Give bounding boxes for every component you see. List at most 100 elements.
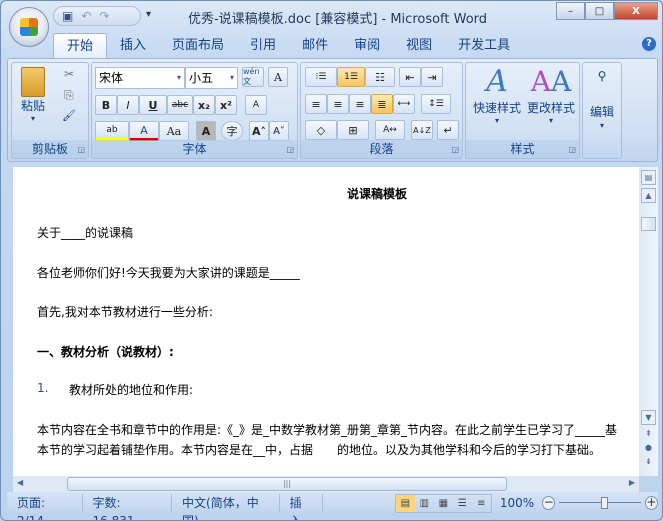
previous-page-button[interactable]: ⇞	[641, 427, 656, 442]
undo-icon[interactable]: ↶	[81, 9, 91, 23]
print-layout-view-icon[interactable]: ▤	[395, 494, 415, 512]
dialog-launcher-icon[interactable]: ◲	[568, 145, 576, 154]
editing-group[interactable]: ⚲ 编辑 ▾	[582, 62, 622, 159]
dialog-launcher-icon[interactable]: ◲	[77, 145, 85, 154]
maximize-button[interactable]: □	[585, 2, 614, 20]
scroll-thumb[interactable]	[641, 217, 656, 231]
scroll-up-button[interactable]: ▲	[641, 188, 656, 203]
align-left-button[interactable]: ≡	[305, 94, 327, 114]
office-logo-icon	[20, 18, 38, 36]
font-name-value: 宋体	[99, 71, 124, 85]
justify-button[interactable]: ≣	[371, 94, 393, 114]
character-shading-button[interactable]: A	[196, 121, 216, 141]
superscript-button[interactable]: x²	[215, 95, 237, 115]
scroll-left-button[interactable]: ◀	[17, 478, 23, 487]
bold-button[interactable]: B	[95, 95, 117, 115]
help-icon[interactable]: ?	[642, 37, 656, 51]
zoom-level[interactable]: 100%	[500, 496, 534, 510]
web-layout-icon[interactable]: ▦	[434, 495, 453, 512]
align-right-button[interactable]: ≡	[349, 94, 371, 114]
scroll-right-button[interactable]: ▶	[629, 478, 635, 487]
tab-view[interactable]: 视图	[393, 33, 445, 59]
office-button[interactable]	[9, 7, 49, 47]
vertical-scrollbar[interactable]: ▤ ▲ ▼ ⇞ ● ⇟	[639, 167, 658, 476]
underline-button[interactable]: U	[139, 95, 167, 115]
next-page-button[interactable]: ⇟	[641, 455, 656, 470]
scroll-down-button[interactable]: ▼	[641, 410, 656, 425]
full-screen-reading-icon[interactable]: ▥	[415, 495, 434, 512]
list-item-text: 教材所处的地位和作用:	[69, 383, 194, 397]
grow-font-button[interactable]: A˄	[249, 121, 269, 141]
tab-developer[interactable]: 开发工具	[445, 33, 523, 59]
tab-mailings[interactable]: 邮件	[289, 33, 341, 59]
enclose-characters-button[interactable]: 字	[221, 121, 243, 141]
zoom-slider-thumb[interactable]	[601, 497, 609, 509]
change-styles-icon: AA	[530, 65, 572, 98]
insert-mode[interactable]: 插入	[280, 494, 323, 520]
character-border-button[interactable]: A	[268, 67, 288, 87]
increase-indent-button[interactable]: ⇥	[421, 67, 443, 87]
zoom-out-icon[interactable]: −	[542, 496, 556, 510]
bullets-button[interactable]: ⁝☰	[305, 67, 337, 87]
dialog-launcher-icon[interactable]: ◲	[286, 145, 294, 154]
ribbon: 粘贴 ▾ ✂ ⎘ 🖌 剪贴板 ◲ 宋体 ▾ 小五 ▾ wén 文 A B I U a…	[7, 58, 658, 162]
font-group-label: 字体	[92, 140, 297, 158]
window-title: 优秀-说课稿模板.doc [兼容模式] - Microsoft Word	[187, 12, 488, 27]
multilevel-list-button[interactable]: ☷	[365, 67, 395, 87]
close-button[interactable]: X	[614, 2, 658, 20]
draft-view-icon[interactable]: ≡	[472, 495, 491, 512]
text-direction-button[interactable]: A↔	[375, 120, 405, 140]
tab-review[interactable]: 审阅	[341, 33, 393, 59]
shading-button[interactable]: ◇	[305, 120, 337, 140]
font-group: 宋体 ▾ 小五 ▾ wén 文 A B I U abc x₂ x² A ab A A…	[91, 62, 298, 159]
paste-button[interactable]: 粘贴 ▾	[18, 67, 48, 127]
line-spacing-button[interactable]: ↕☰	[421, 94, 451, 114]
tab-insert[interactable]: 插入	[107, 33, 159, 59]
styles-group-label: 样式	[466, 140, 579, 158]
doc-line: 首先,我对本节教材进行一些分析:	[37, 305, 213, 319]
minimize-button[interactable]: –	[556, 2, 585, 20]
clear-formatting-button[interactable]: A	[245, 95, 267, 115]
show-marks-button[interactable]: ↵	[437, 120, 459, 140]
strikethrough-button[interactable]: abc	[167, 95, 193, 115]
format-painter-icon[interactable]: 🖌	[62, 109, 76, 122]
subscript-button[interactable]: x₂	[193, 95, 215, 115]
change-styles-button[interactable]: AA 更改样式 ▾	[524, 65, 578, 125]
numbering-button[interactable]: 1☰	[337, 67, 365, 87]
font-color-button[interactable]: A	[129, 121, 159, 141]
highlight-button[interactable]: ab	[95, 121, 129, 141]
zoom-in-icon[interactable]: +	[644, 496, 659, 510]
quick-styles-button[interactable]: A 快速样式 ▾	[470, 65, 524, 126]
decrease-indent-button[interactable]: ⇤	[399, 67, 421, 87]
word-count[interactable]: 字数: 16,831	[83, 494, 173, 520]
cut-icon[interactable]: ✂	[64, 67, 74, 81]
tab-page-layout[interactable]: 页面布局	[159, 33, 237, 59]
distributed-button[interactable]: ⟷	[393, 94, 415, 114]
horizontal-scroll-thumb[interactable]: |||	[67, 477, 507, 491]
dialog-launcher-icon[interactable]: ◲	[451, 145, 459, 154]
outline-view-icon[interactable]: ☰	[453, 495, 472, 512]
shrink-font-button[interactable]: A˅	[269, 121, 289, 141]
select-browse-object-button[interactable]: ●	[641, 441, 656, 456]
redo-icon[interactable]: ↷	[99, 9, 109, 23]
horizontal-scrollbar[interactable]: ◀ ||| ▶	[13, 476, 639, 492]
italic-button[interactable]: I	[117, 95, 139, 115]
change-case-button[interactable]: Aa	[159, 121, 189, 141]
tab-home[interactable]: 开始	[53, 33, 108, 59]
copy-icon[interactable]: ⎘	[64, 88, 74, 103]
font-size-combo[interactable]: 小五 ▾	[185, 67, 238, 89]
save-icon[interactable]: ▣	[62, 9, 73, 23]
ruler-toggle-icon[interactable]: ▤	[641, 170, 656, 185]
zoom-slider[interactable]	[559, 496, 641, 510]
document-page[interactable]: 说课稿模板 关于____的说课稿 各位老师你们好!今天我要为大家讲的课题是___…	[13, 167, 639, 476]
paste-label: 粘贴	[20, 99, 45, 113]
view-buttons: ▤ ▥ ▦ ☰ ≡	[394, 493, 492, 513]
align-center-button[interactable]: ≡	[327, 94, 349, 114]
borders-button[interactable]: ⊞	[337, 120, 369, 140]
sort-button[interactable]: A↓Z	[411, 120, 433, 140]
tab-references[interactable]: 引用	[237, 33, 289, 59]
phonetic-guide-button[interactable]: wén 文	[242, 67, 264, 87]
font-name-combo[interactable]: 宋体 ▾	[95, 67, 185, 89]
language-indicator[interactable]: 中文(简体，中国)	[172, 494, 280, 520]
page-indicator[interactable]: 页面: 2/14	[7, 494, 83, 520]
